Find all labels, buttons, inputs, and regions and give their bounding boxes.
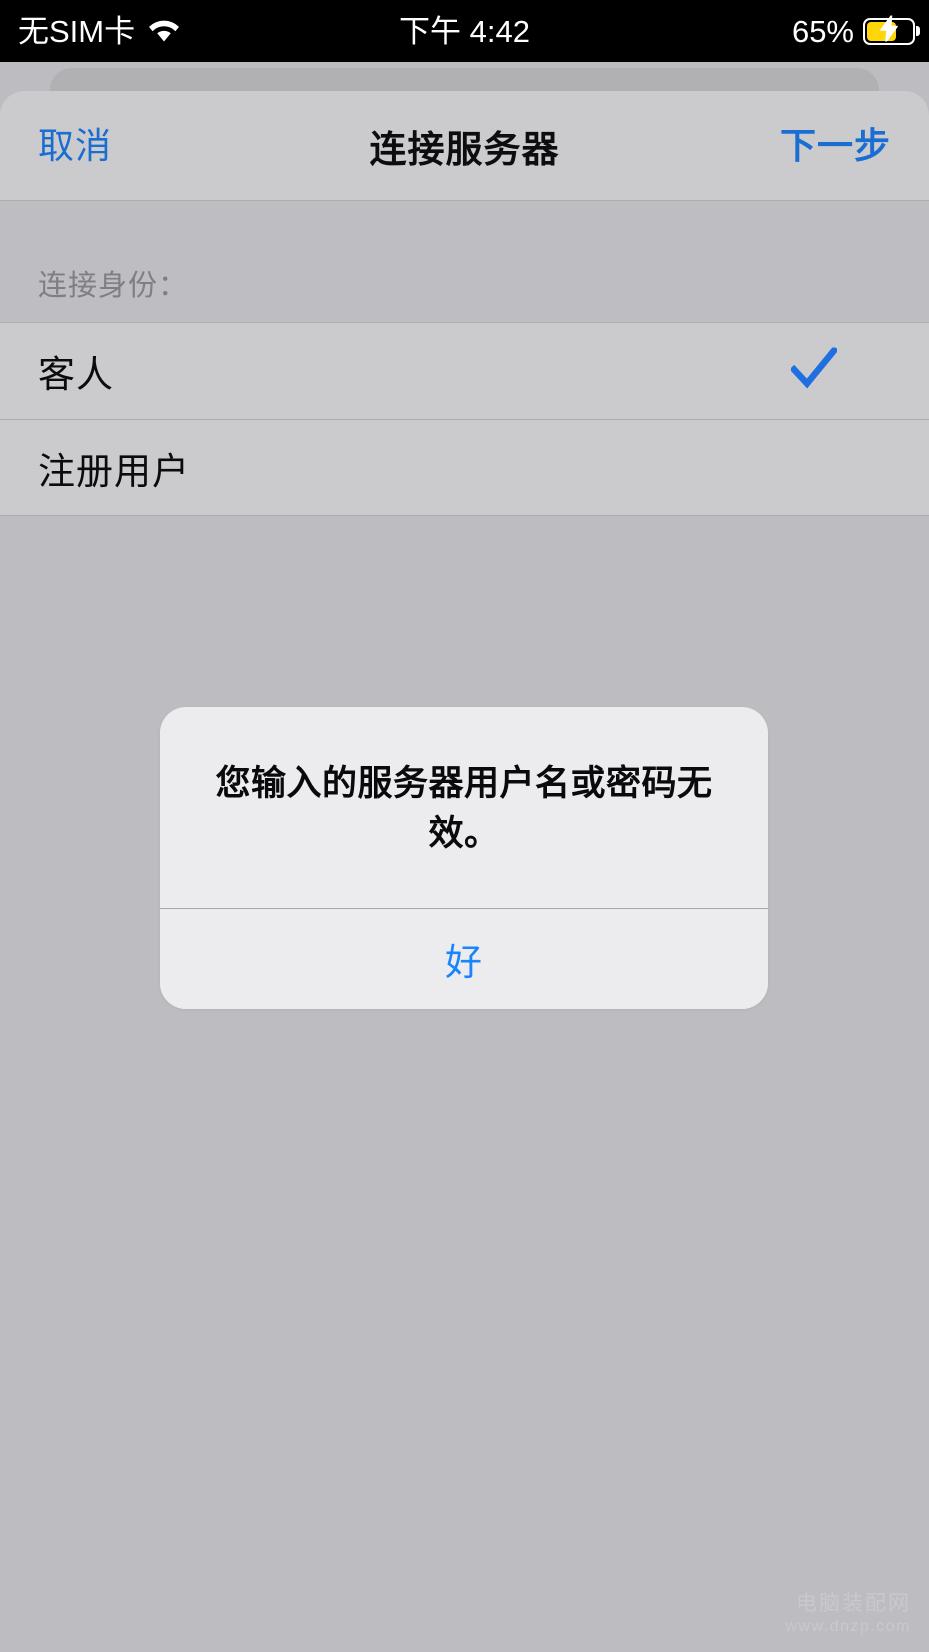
invalid-credentials-alert: 您输入的服务器用户名或密码无效。 好	[160, 707, 768, 1009]
carrier-label: 无SIM卡	[18, 13, 136, 49]
alert-body: 您输入的服务器用户名或密码无效。	[160, 707, 768, 908]
watermark: 电脑装配网 www.dnzp.com	[785, 1590, 911, 1638]
option-label-guest: 客人	[38, 354, 114, 395]
next-button[interactable]: 下一步	[780, 127, 891, 164]
watermark-url: www.dnzp.com	[785, 1618, 911, 1636]
sheet-navigation-bar: 取消 连接服务器 下一步	[0, 91, 929, 201]
battery-charging-icon	[863, 14, 915, 47]
status-bar-left: 无SIM卡	[18, 0, 183, 62]
section-header-label: 连接身份：	[38, 270, 189, 302]
option-row-guest[interactable]: 客人	[0, 323, 929, 419]
alert-message: 您输入的服务器用户名或密码无效。	[215, 764, 713, 854]
battery-percent-label: 65%	[791, 13, 854, 49]
option-row-registered-user[interactable]: 注册用户	[0, 419, 929, 515]
phone-screen: 无SIM卡 下午 4:42 65% 取消 连接服务器 下一步 连接身份： 客人 …	[0, 0, 929, 1652]
alert-ok-button[interactable]: 好	[160, 908, 768, 1009]
connect-as-options-list: 客人 注册用户	[0, 322, 929, 516]
status-bar: 无SIM卡 下午 4:42 65%	[0, 0, 929, 62]
option-label-registered-user: 注册用户	[38, 450, 190, 492]
connect-as-section-header: 连接身份：	[0, 201, 929, 322]
wifi-icon	[145, 15, 183, 48]
clock-label: 下午 4:42	[399, 13, 530, 49]
status-bar-right: 65%	[792, 0, 915, 62]
checkmark-icon	[789, 345, 839, 395]
watermark-title: 电脑装配网	[796, 1591, 911, 1615]
lightning-bolt-icon	[879, 14, 899, 47]
